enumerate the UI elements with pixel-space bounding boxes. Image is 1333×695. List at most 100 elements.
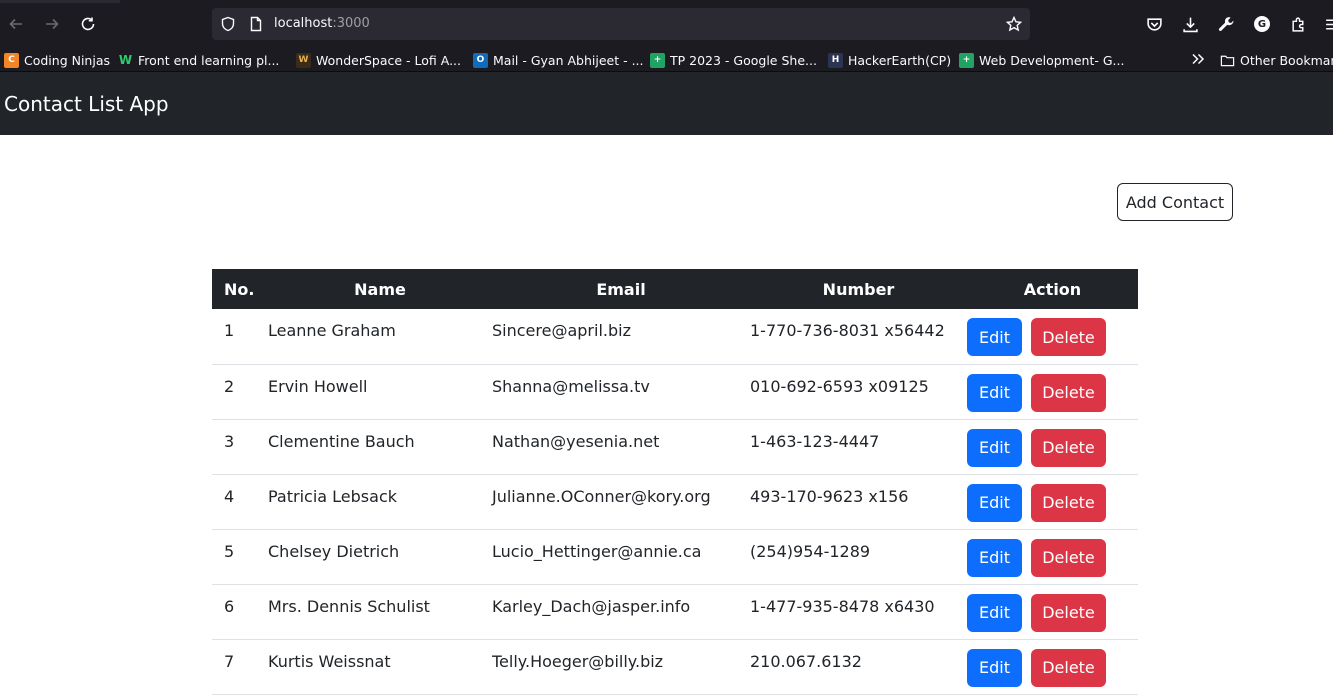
back-arrow-icon[interactable] xyxy=(5,13,27,35)
menu-icon[interactable] xyxy=(1322,14,1333,34)
cell-number: (254)954-1289 xyxy=(750,529,967,585)
bookmark-item[interactable]: H HackerEarth(CP) xyxy=(828,51,951,69)
extensions-icon[interactable] xyxy=(1288,14,1308,34)
cell-name: Patricia Lebsack xyxy=(268,474,492,530)
wrench-icon[interactable] xyxy=(1216,14,1236,34)
table-row: 2 Ervin Howell Shanna@melissa.tv 010-692-65… xyxy=(212,364,1138,420)
edit-button[interactable]: Edit xyxy=(967,373,1022,412)
cell-no: 7 xyxy=(212,639,268,695)
cell-number: 010-692-6593 x09125 xyxy=(750,364,967,420)
header-no: No. xyxy=(224,279,255,299)
bookmark-item[interactable]: O Mail - Gyan Abhijeet - ... xyxy=(473,51,644,69)
other-bookmarks[interactable]: Other Bookmarks xyxy=(1220,51,1333,69)
cell-number: 210.067.6132 xyxy=(750,639,967,695)
cell-name: Clementine Bauch xyxy=(268,419,492,475)
pocket-icon[interactable] xyxy=(1144,14,1164,34)
chevron-double-right-icon[interactable] xyxy=(1190,51,1208,69)
cell-action: Edit Delete xyxy=(967,529,1138,585)
table-row: 4 Patricia Lebsack Julianne.OConner@kory.o… xyxy=(212,474,1138,530)
header-name: Name xyxy=(354,279,406,299)
shield-icon[interactable] xyxy=(220,16,236,32)
page-info-icon[interactable] xyxy=(248,16,264,32)
add-contact-button[interactable]: Add Contact xyxy=(1117,183,1233,221)
edit-button[interactable]: Edit xyxy=(967,538,1022,577)
sheets-favicon-icon: + xyxy=(959,52,974,68)
cell-email: Nathan@yesenia.net xyxy=(492,419,750,475)
app-brand[interactable]: Contact List App xyxy=(4,92,169,116)
profile-avatar-icon[interactable]: G xyxy=(1252,14,1272,34)
cell-action: Edit Delete xyxy=(967,639,1138,695)
cell-email: Lucio_Hettinger@annie.ca xyxy=(492,529,750,585)
coding-ninjas-favicon-icon: C xyxy=(4,52,19,68)
cell-number: 493-170-9623 x156 xyxy=(750,474,967,530)
cell-email: Julianne.OConner@kory.org xyxy=(492,474,750,530)
edit-button[interactable]: Edit xyxy=(967,648,1022,687)
forward-arrow-icon[interactable] xyxy=(41,13,63,35)
cell-email: Karley_Dach@jasper.info xyxy=(492,584,750,640)
cell-name: Ervin Howell xyxy=(268,364,492,420)
cell-number: 1-770-736-8031 x56442 xyxy=(750,309,967,365)
delete-button[interactable]: Delete xyxy=(1031,483,1106,522)
cell-email: Sincere@april.biz xyxy=(492,309,750,365)
edit-button[interactable]: Edit xyxy=(967,318,1022,356)
cell-name: Leanne Graham xyxy=(268,309,492,365)
wonderspace-favicon-icon: W xyxy=(296,52,311,68)
table-header-row: No. Name Email Number Action xyxy=(212,269,1138,309)
bookmark-item[interactable]: + Web Development- G... xyxy=(959,51,1124,69)
table-row: 1 Leanne Graham Sincere@april.biz 1-770-736… xyxy=(212,309,1138,365)
delete-button[interactable]: Delete xyxy=(1031,318,1106,356)
url-text[interactable]: localhost:3000 xyxy=(274,16,370,32)
edit-button[interactable]: Edit xyxy=(967,593,1022,632)
bookmarks-bar: C Coding Ninjas W Front end learning pl.… xyxy=(0,48,1333,72)
cell-number: 1-463-123-4447 xyxy=(750,419,967,475)
edit-button[interactable]: Edit xyxy=(967,483,1022,522)
cell-name: Mrs. Dennis Schulist xyxy=(268,584,492,640)
cell-no: 1 xyxy=(212,309,268,365)
cell-no: 2 xyxy=(212,364,268,420)
cell-action: Edit Delete xyxy=(967,474,1138,530)
cell-action: Edit Delete xyxy=(967,584,1138,640)
sheets-favicon-icon: + xyxy=(650,52,665,68)
bookmark-item[interactable]: + TP 2023 - Google She... xyxy=(650,51,817,69)
cell-name: Chelsey Dietrich xyxy=(268,529,492,585)
table-row: 3 Clementine Bauch Nathan@yesenia.net 1-463… xyxy=(212,419,1138,475)
tab-strip-edge xyxy=(0,0,120,3)
cell-action: Edit Delete xyxy=(967,364,1138,420)
cell-email: Telly.Hoeger@billy.biz xyxy=(492,639,750,695)
bookmark-item[interactable]: W WonderSpace - Lofi A... xyxy=(296,51,461,69)
cell-name: Kurtis Weissnat xyxy=(268,639,492,695)
bookmark-star-icon[interactable] xyxy=(1005,15,1023,32)
bookmark-item[interactable]: W Front end learning pl... xyxy=(118,51,280,69)
cell-no: 5 xyxy=(212,529,268,585)
browser-toolbar: localhost:3000 G xyxy=(0,0,1333,48)
cell-no: 6 xyxy=(212,584,268,640)
address-bar[interactable]: localhost:3000 xyxy=(212,8,1030,40)
app-navbar: Contact List App xyxy=(0,72,1333,135)
header-number: Number xyxy=(822,279,895,299)
edit-button[interactable]: Edit xyxy=(967,428,1022,467)
delete-button[interactable]: Delete xyxy=(1031,538,1106,577)
table-row: 5 Chelsey Dietrich Lucio_Hettinger@annie.c… xyxy=(212,529,1138,585)
cell-no: 4 xyxy=(212,474,268,530)
table-row: 7 Kurtis Weissnat Telly.Hoeger@billy.biz 21… xyxy=(212,639,1138,695)
cell-action: Edit Delete xyxy=(967,309,1138,365)
delete-button[interactable]: Delete xyxy=(1031,428,1106,467)
contacts-table: No. Name Email Number Action 1 Leanne Gra… xyxy=(212,269,1138,695)
downloads-icon[interactable] xyxy=(1180,14,1200,34)
w-favicon-icon: W xyxy=(118,53,133,67)
table-row: 6 Mrs. Dennis Schulist Karley_Dach@jasper.… xyxy=(212,584,1138,640)
delete-button[interactable]: Delete xyxy=(1031,593,1106,632)
cell-no: 3 xyxy=(212,419,268,475)
hackerearth-favicon-icon: H xyxy=(828,52,843,68)
reload-icon[interactable] xyxy=(77,13,99,35)
header-email: Email xyxy=(596,279,646,299)
cell-number: 1-477-935-8478 x6430 xyxy=(750,584,967,640)
delete-button[interactable]: Delete xyxy=(1031,648,1106,687)
outlook-favicon-icon: O xyxy=(473,52,488,68)
delete-button[interactable]: Delete xyxy=(1031,373,1106,412)
header-action: Action xyxy=(1023,279,1082,299)
bookmark-item[interactable]: C Coding Ninjas xyxy=(4,51,110,69)
folder-icon xyxy=(1220,53,1235,68)
cell-action: Edit Delete xyxy=(967,419,1138,475)
cell-email: Shanna@melissa.tv xyxy=(492,364,750,420)
